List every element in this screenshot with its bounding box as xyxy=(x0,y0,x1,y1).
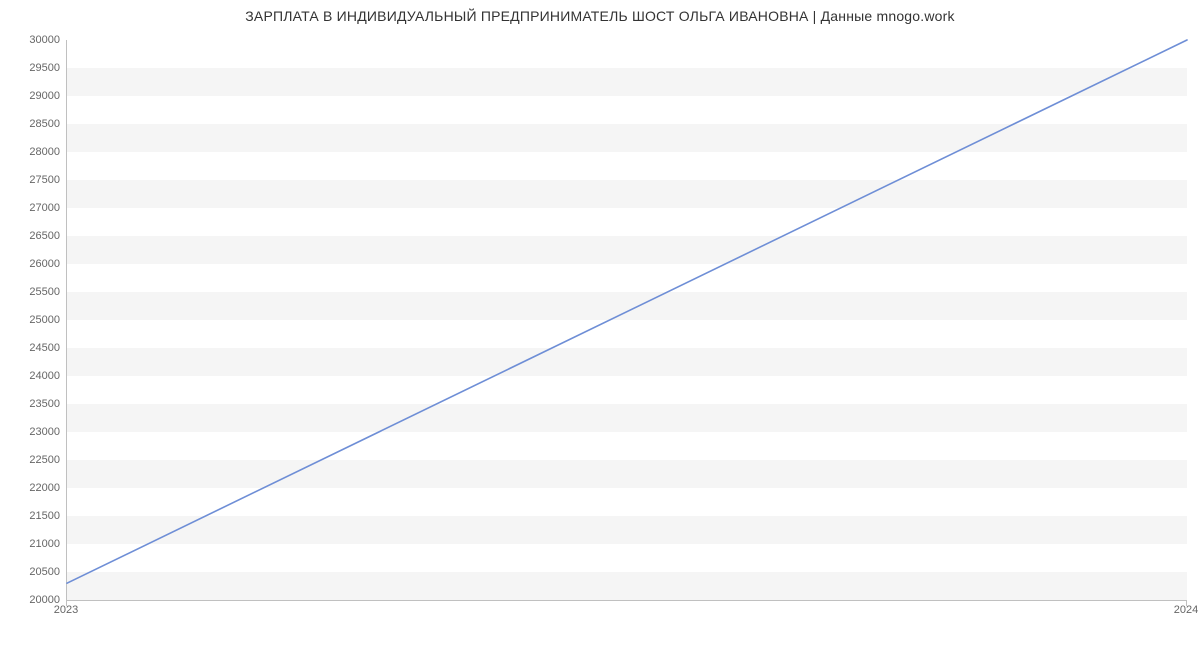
y-tick-label: 22500 xyxy=(6,454,60,466)
y-tick-label: 24500 xyxy=(6,342,60,354)
y-tick-label: 26500 xyxy=(6,230,60,242)
y-tick-label: 25000 xyxy=(6,314,60,326)
y-tick-label: 27000 xyxy=(6,202,60,214)
y-tick-label: 23500 xyxy=(6,398,60,410)
y-tick-label: 20500 xyxy=(6,566,60,578)
y-tick-label: 30000 xyxy=(6,34,60,46)
y-tick-label: 27500 xyxy=(6,174,60,186)
data-line xyxy=(67,40,1187,600)
y-tick-label: 23000 xyxy=(6,426,60,438)
y-tick-label: 21500 xyxy=(6,510,60,522)
y-tick-label: 25500 xyxy=(6,286,60,298)
chart-title: ЗАРПЛАТА В ИНДИВИДУАЛЬНЫЙ ПРЕДПРИНИМАТЕЛ… xyxy=(0,8,1200,24)
y-tick-label: 29000 xyxy=(6,90,60,102)
y-tick-label: 20000 xyxy=(6,594,60,606)
y-tick-label: 28500 xyxy=(6,118,60,130)
x-tick-label: 2024 xyxy=(1174,604,1198,616)
y-tick-label: 24000 xyxy=(6,370,60,382)
x-tick-label: 2023 xyxy=(54,604,78,616)
salary-line-chart: ЗАРПЛАТА В ИНДИВИДУАЛЬНЫЙ ПРЕДПРИНИМАТЕЛ… xyxy=(0,0,1200,650)
plot-area xyxy=(66,40,1187,601)
y-tick-label: 21000 xyxy=(6,538,60,550)
y-tick-label: 26000 xyxy=(6,258,60,270)
y-tick-label: 28000 xyxy=(6,146,60,158)
y-tick-label: 22000 xyxy=(6,482,60,494)
series-line xyxy=(67,40,1187,583)
y-tick-label: 29500 xyxy=(6,62,60,74)
